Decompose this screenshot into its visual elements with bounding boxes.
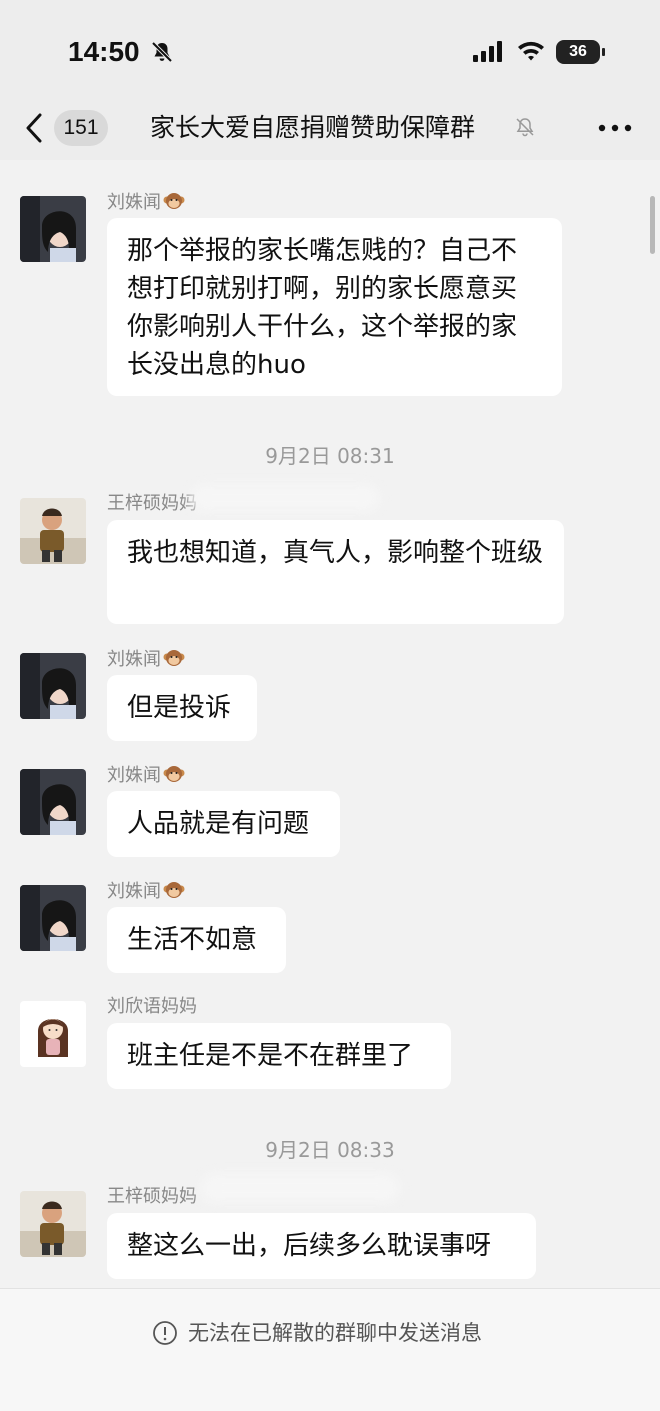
monkey-emoji-icon <box>163 766 185 782</box>
more-icon[interactable] <box>598 118 632 138</box>
status-time: 14:50 <box>68 36 140 67</box>
battery-nub <box>602 48 605 56</box>
blur-redaction <box>190 484 380 512</box>
mute-icon <box>151 41 173 63</box>
sender-name: 刘姝闻 <box>107 763 185 788</box>
blur-redaction <box>200 1173 400 1203</box>
signal-icon <box>473 41 502 62</box>
monkey-emoji-icon <box>163 882 185 898</box>
chat-title: 家长大爱自愿捐赠赞助保障群 <box>150 113 476 142</box>
unread-count-badge[interactable]: 151 <box>54 110 108 146</box>
input-disabled-footer <box>0 1288 660 1411</box>
avatar[interactable] <box>20 769 86 835</box>
avatar[interactable] <box>20 653 86 719</box>
timestamp: 9月2日 08:31 <box>265 444 395 468</box>
avatar[interactable] <box>20 1191 86 1257</box>
battery-indicator: 36 <box>556 40 600 64</box>
sender-name: 刘欣语妈妈 <box>107 996 197 1017</box>
message-bubble[interactable]: 人品就是有问题 <box>107 791 340 857</box>
sender-name: 王梓硕妈妈 <box>107 1186 197 1207</box>
wifi-icon <box>518 41 544 61</box>
sender-name: 刘姝闻 <box>107 647 185 672</box>
monkey-emoji-icon <box>163 650 185 666</box>
avatar[interactable] <box>20 1001 86 1067</box>
message-bubble[interactable]: 但是投诉 <box>107 675 257 741</box>
avatar[interactable] <box>20 885 86 951</box>
sender-name: 王梓硕妈妈 <box>107 493 197 514</box>
group-dissolved-notice: 无法在已解散的群聊中发送消息 <box>188 1321 482 1345</box>
info-icon <box>153 1321 177 1345</box>
sender-name: 刘姝闻 <box>107 190 185 215</box>
scrollbar[interactable] <box>650 196 655 254</box>
bell-off-icon <box>516 118 534 137</box>
back-icon[interactable] <box>24 112 44 144</box>
message-bubble[interactable]: 我也想知道，真气人，影响整个班级 <box>107 520 564 624</box>
monkey-emoji-icon <box>163 193 185 209</box>
sender-name: 刘姝闻 <box>107 879 185 904</box>
message-bubble[interactable]: 班主任是不是不在群里了 <box>107 1023 451 1089</box>
avatar[interactable] <box>20 196 86 262</box>
avatar[interactable] <box>20 498 86 564</box>
timestamp: 9月2日 08:33 <box>265 1138 395 1162</box>
message-bubble[interactable]: 生活不如意 <box>107 907 286 973</box>
message-bubble[interactable]: 那个举报的家长嘴怎贱的？自己不想打印就别打啊，别的家长愿意买你影响别人干什么，这… <box>107 218 562 396</box>
message-bubble[interactable]: 整这么一出，后续多么耽误事呀 <box>107 1213 536 1279</box>
